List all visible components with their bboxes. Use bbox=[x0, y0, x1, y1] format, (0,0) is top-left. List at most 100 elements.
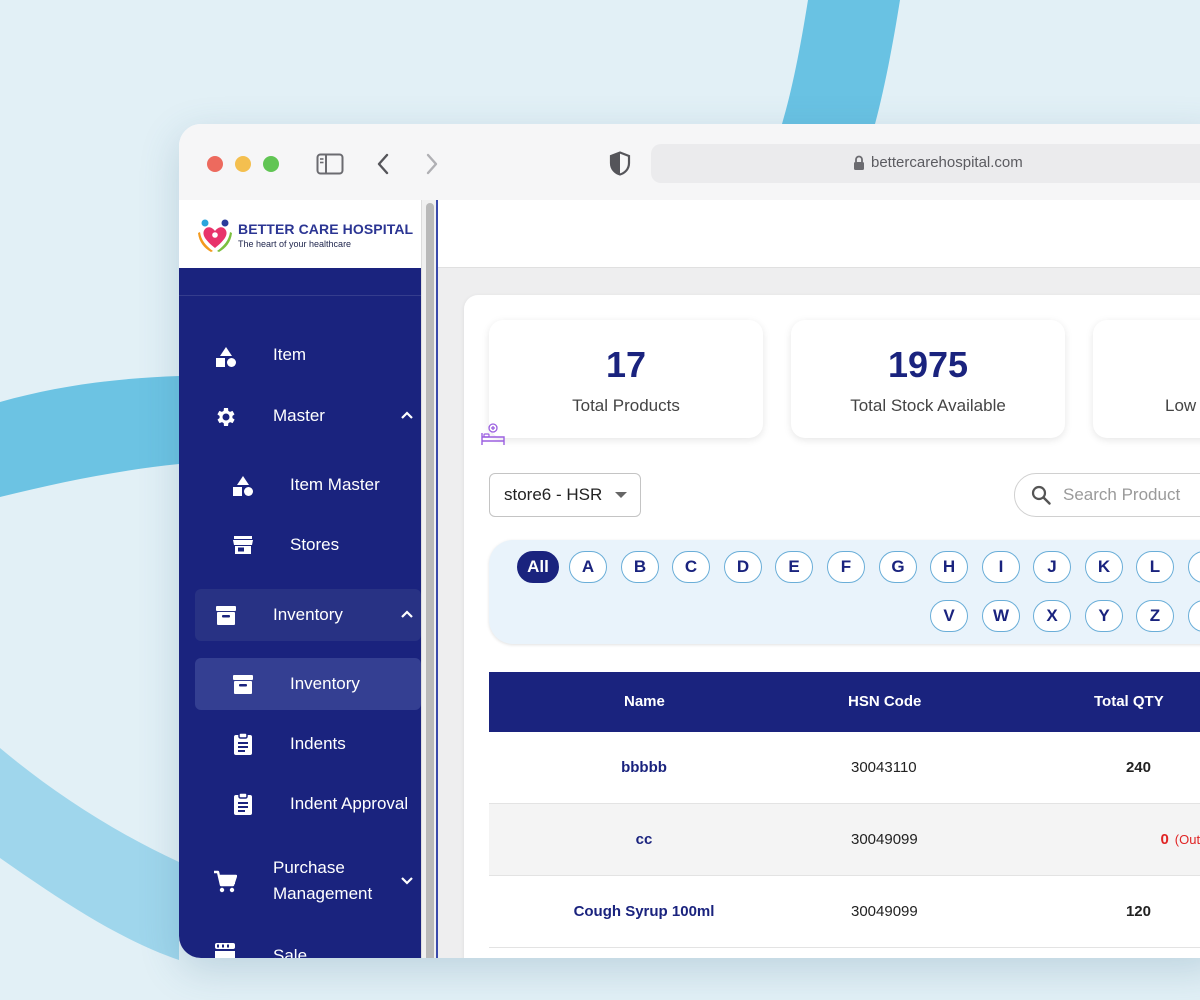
chevron-up-icon[interactable] bbox=[400, 410, 414, 420]
clipboard-icon bbox=[234, 732, 252, 755]
sidebar-item-label-line2: Management bbox=[273, 884, 373, 903]
archive-box-icon bbox=[216, 606, 236, 625]
sidebar-item-inventory[interactable]: Inventory bbox=[179, 658, 421, 710]
letter-filter-b[interactable]: B bbox=[621, 551, 659, 583]
scrollbar-thumb[interactable] bbox=[426, 203, 434, 958]
table-row[interactable]: Cough Syrup 100ml 30049099 120 bbox=[489, 876, 1200, 948]
sidebar-item-indents[interactable]: Indents bbox=[179, 718, 421, 770]
letter-filter-z[interactable]: Z bbox=[1136, 600, 1174, 632]
letter-filter-k[interactable]: K bbox=[1085, 551, 1123, 583]
hsn-code: 30043110 bbox=[851, 759, 917, 776]
total-qty-cell: 0 (Out of Stock) bbox=[1160, 831, 1200, 848]
column-header-name[interactable]: Name bbox=[624, 693, 665, 710]
sidebar-item-inventory-group[interactable]: Inventory bbox=[179, 589, 421, 641]
lock-icon bbox=[854, 155, 864, 170]
store-select[interactable]: store6 - HSR bbox=[489, 473, 641, 517]
column-header-total-qty[interactable]: Total QTY bbox=[1094, 693, 1164, 710]
minimize-window-button[interactable] bbox=[235, 156, 251, 172]
close-window-button[interactable] bbox=[207, 156, 223, 172]
sidebar-item-label: Item Master bbox=[290, 475, 380, 494]
sidebar-item-label: Item bbox=[273, 345, 307, 364]
main-content: 17 Total Products 1975 Total Stock Avail… bbox=[438, 200, 1200, 958]
letter-filter-c[interactable]: C bbox=[672, 551, 710, 583]
stat-label: Total Products bbox=[572, 396, 680, 415]
hospital-bed-icon bbox=[481, 423, 505, 445]
sidebar-item-item[interactable]: Item bbox=[179, 330, 421, 382]
stat-label: Low bbox=[1165, 396, 1197, 415]
total-qty: 120 bbox=[1125, 903, 1151, 920]
letter-filter-f[interactable]: F bbox=[827, 551, 865, 583]
sidebar-item-purchase-management[interactable]: Purchase Management bbox=[179, 850, 421, 910]
search-icon bbox=[1031, 485, 1051, 505]
top-app-bar bbox=[438, 200, 1200, 268]
sidebar: BETTER CARE HOSPITAL The heart of your h… bbox=[179, 200, 421, 958]
dropdown-arrow-icon bbox=[615, 492, 627, 498]
letter-filter-g[interactable]: G bbox=[879, 551, 917, 583]
archive-box-icon bbox=[233, 675, 253, 694]
address-bar[interactable]: bettercarehospital.com bbox=[651, 144, 1200, 183]
letter-filter-h[interactable]: H bbox=[930, 551, 968, 583]
stat-card-total-products: 17 Total Products bbox=[489, 320, 763, 438]
stat-label: Total Stock Available bbox=[850, 396, 1006, 415]
sidebar-item-label: Stores bbox=[290, 535, 340, 554]
browser-window: bettercarehospital.com BETTER CARE HOSPI… bbox=[179, 124, 1200, 958]
table-row[interactable]: cc 30049099 0 (Out of Stock) bbox=[489, 804, 1200, 876]
sidebar-item-label: Indents bbox=[290, 734, 346, 753]
sidebar-item-master[interactable]: Master bbox=[179, 390, 421, 442]
product-name[interactable]: cc bbox=[489, 831, 799, 848]
table-header: Name HSN Code Total QTY bbox=[489, 672, 1200, 732]
search-input[interactable] bbox=[1061, 482, 1200, 508]
sidebar-toggle-icon[interactable] bbox=[316, 153, 344, 175]
store-select-value: store6 - HSR bbox=[504, 485, 603, 504]
back-arrow-icon[interactable] bbox=[376, 153, 390, 175]
sidebar-item-indent-approval[interactable]: Indent Approval bbox=[179, 778, 421, 830]
letter-filter-x[interactable]: X bbox=[1033, 600, 1071, 632]
stat-value: 1975 bbox=[887, 344, 969, 385]
alphabet-filter: All A B C D E F G H I J K L V W X Y Z bbox=[489, 540, 1200, 644]
table-row[interactable]: bbbbb 30043110 240 bbox=[489, 732, 1200, 804]
total-qty: 240 bbox=[1125, 759, 1151, 776]
maximize-window-button[interactable] bbox=[263, 156, 279, 172]
store-icon bbox=[233, 536, 253, 554]
letter-filter-w[interactable]: W bbox=[982, 600, 1020, 632]
clipboard-icon bbox=[234, 792, 252, 815]
letter-filter-y[interactable]: Y bbox=[1085, 600, 1123, 632]
logo[interactable]: BETTER CARE HOSPITAL The heart of your h… bbox=[179, 200, 421, 268]
sidebar-item-label: Master bbox=[273, 406, 325, 425]
chevron-down-icon[interactable] bbox=[400, 876, 414, 886]
chevron-up-icon[interactable] bbox=[400, 609, 414, 619]
forward-arrow-icon[interactable] bbox=[425, 153, 439, 175]
product-search[interactable] bbox=[1014, 473, 1200, 517]
sidebar-item-stores[interactable]: Stores bbox=[179, 519, 421, 571]
product-name[interactable]: bbbbb bbox=[489, 759, 799, 776]
sidebar-item-label: Inventory bbox=[290, 674, 360, 693]
url-text: bettercarehospital.com bbox=[871, 154, 1023, 171]
inventory-panel: 17 Total Products 1975 Total Stock Avail… bbox=[464, 295, 1200, 958]
letter-filter-v[interactable]: V bbox=[930, 600, 968, 632]
letter-filter-e[interactable]: E bbox=[775, 551, 813, 583]
sidebar-item-item-master[interactable]: Item Master bbox=[179, 459, 421, 511]
letter-filter-a[interactable]: A bbox=[569, 551, 607, 583]
letter-filter-next[interactable] bbox=[1188, 551, 1200, 583]
hsn-code: 30049099 bbox=[851, 831, 918, 848]
sidebar-item-label: Indent Approval bbox=[290, 794, 409, 813]
sidebar-item-sale[interactable]: Sale bbox=[179, 928, 421, 958]
product-name[interactable]: Cough Syrup 100ml bbox=[489, 903, 799, 920]
stat-value: 17 bbox=[605, 344, 647, 385]
letter-filter-j[interactable]: J bbox=[1033, 551, 1071, 583]
sidebar-item-label: Sale bbox=[273, 946, 308, 958]
letter-filter-i[interactable]: I bbox=[982, 551, 1020, 583]
hospital-logo-icon bbox=[198, 219, 232, 252]
letter-filter-d[interactable]: D bbox=[724, 551, 762, 583]
letter-filter-all[interactable]: All bbox=[517, 551, 559, 583]
sidebar-item-label: Inventory bbox=[273, 605, 343, 624]
sidebar-item-label-line1: Purchase bbox=[273, 858, 345, 877]
letter-filter-next[interactable] bbox=[1188, 600, 1200, 632]
sidebar-divider bbox=[179, 295, 421, 296]
column-header-hsn-code[interactable]: HSN Code bbox=[848, 693, 921, 710]
browser-toolbar: bettercarehospital.com bbox=[179, 124, 1200, 201]
letter-filter-l[interactable]: L bbox=[1136, 551, 1174, 583]
shield-icon[interactable] bbox=[609, 151, 631, 176]
cart-icon bbox=[214, 870, 237, 893]
out-of-stock-label: (Out of Stock) bbox=[1174, 832, 1200, 847]
